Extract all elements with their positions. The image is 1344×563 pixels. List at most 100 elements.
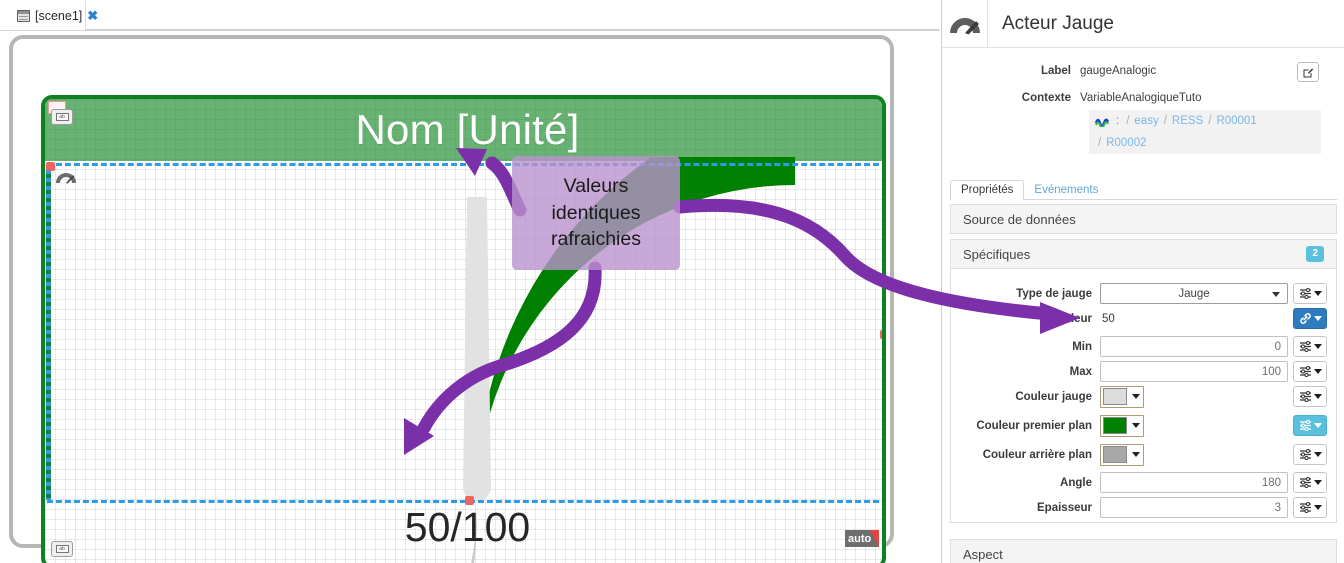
property-row-epaisseur: Epaisseur 3 <box>951 495 1338 520</box>
property-row-type-de-jauge: Type de jauge Jauge <box>951 281 1338 306</box>
tab-proprietes[interactable]: Propriétés <box>950 180 1025 200</box>
color-swatch-couleur-jauge <box>1103 388 1127 405</box>
input-max-value: 100 <box>1261 365 1281 378</box>
property-label-couleur-premier-plan: Couleur premier plan <box>976 419 1092 432</box>
section-aspect[interactable]: Aspect <box>950 539 1337 563</box>
sliders-icon-couleur-arriere-plan[interactable] <box>1293 444 1327 465</box>
annotation-line-1: Valeurs <box>563 175 629 198</box>
property-label-min: Min <box>1072 340 1092 353</box>
chevron-down-icon <box>1313 369 1322 374</box>
select-type-de-jauge-value: Jauge <box>1178 287 1210 300</box>
selection-edge-right <box>884 166 886 500</box>
selection-handle-tl[interactable] <box>46 162 55 171</box>
property-row-couleur-arriere-plan: Couleur arrière plan <box>951 442 1338 467</box>
status-badge: 2 <box>1306 246 1324 262</box>
color-picker-couleur-arriere-plan[interactable] <box>1100 443 1144 466</box>
scene-tab-label: [scene1] <box>35 8 83 23</box>
tab-evenements[interactable]: Evénements <box>1024 181 1108 199</box>
selection-handle-b[interactable] <box>465 496 474 505</box>
input-min[interactable]: 0 <box>1100 336 1288 357</box>
chevron-down-icon <box>1313 480 1322 485</box>
edit-square-icon[interactable] <box>1297 62 1319 82</box>
chevron-down-icon <box>1313 505 1322 510</box>
color-picker-couleur-jauge[interactable] <box>1100 385 1144 408</box>
auto-badge[interactable]: auto <box>845 530 879 547</box>
label-widget-chip-bottom[interactable]: ab <box>51 541 73 557</box>
input-angle[interactable]: 180 <box>1100 472 1288 493</box>
panel-tab-bar: Propriétés Evénements <box>950 179 1337 200</box>
input-epaisseur[interactable]: 3 <box>1100 497 1288 518</box>
sliders-icon-angle[interactable] <box>1293 472 1327 493</box>
properties-panel: Acteur Jauge Label gaugeAnalogic Context… <box>941 0 1344 563</box>
annotation-line-3: rafraichies <box>551 228 641 251</box>
tab-empty-slot <box>85 1 939 30</box>
property-label-valeur: Valeur <box>1057 312 1092 325</box>
annotation-callout: Valeurs identiques rafraichies <box>512 156 680 270</box>
label-field-row: Label gaugeAnalogic <box>942 65 1344 77</box>
sliders-icon-epaisseur[interactable] <box>1293 497 1327 518</box>
property-label-max: Max <box>1069 365 1092 378</box>
selection-edge-left <box>46 166 51 500</box>
chevron-down-icon <box>1313 423 1322 428</box>
path-segment-r00002[interactable]: R00002 <box>1106 137 1146 149</box>
variable-wave-icon <box>1095 118 1110 128</box>
link-icon-valeur[interactable] <box>1293 308 1327 329</box>
path-separator-0: / <box>1126 115 1130 128</box>
chevron-down-icon <box>1313 394 1322 399</box>
color-swatch-couleur-premier-plan <box>1103 417 1127 434</box>
gauge-value-readout: 50/100 <box>404 504 531 550</box>
property-label-angle: Angle <box>1060 476 1092 489</box>
document-icon <box>17 9 30 22</box>
path-segment-r00001[interactable]: R00001 <box>1216 115 1256 127</box>
sliders-icon-couleur-jauge[interactable] <box>1293 386 1327 407</box>
path-segment-easy[interactable]: easy <box>1134 115 1158 127</box>
property-value-valeur: 50 <box>1102 312 1115 325</box>
annotation-line-2: identiques <box>551 201 641 224</box>
chevron-down-icon <box>1132 423 1140 428</box>
property-label-couleur-jauge: Couleur jauge <box>1015 390 1092 403</box>
scene-header-band[interactable]: Nom [Unité] <box>45 99 882 161</box>
device-frame: Nom [Unité] ab ab 50/100 auto <box>9 35 894 563</box>
editor-canvas-pane: [scene1] ✖ Nom [Unité] ab ab 50/100 auto <box>0 0 940 563</box>
path-segment-ress[interactable]: RESS <box>1172 115 1203 127</box>
path-separator-3: / <box>1098 136 1102 149</box>
property-row-angle: Angle 180 <box>951 470 1338 495</box>
sliders-icon-type-de-jauge[interactable] <box>1293 283 1327 304</box>
application-window: [scene1] ✖ Nom [Unité] ab ab 50/100 auto… <box>0 0 1344 563</box>
context-field-value: VariableAnalogiqueTuto <box>1080 92 1202 104</box>
property-row-couleur-jauge: Couleur jauge <box>951 384 1338 409</box>
chevron-down-icon <box>1313 344 1322 349</box>
gauge-icon <box>56 173 76 184</box>
sliders-icon-min[interactable] <box>1293 336 1327 357</box>
color-swatch-couleur-arriere-plan <box>1103 446 1127 463</box>
section-specifiques-body: Type de jauge Jauge Valeur 50 Min 0 Max … <box>950 269 1337 523</box>
scene-tab-bar: [scene1] ✖ <box>0 0 940 31</box>
input-epaisseur-value: 3 <box>1274 501 1281 514</box>
selection-handle-r[interactable] <box>880 330 882 339</box>
select-type-de-jauge[interactable]: Jauge <box>1100 283 1288 304</box>
selected-widget-gauge[interactable] <box>46 162 886 505</box>
color-picker-couleur-premier-plan[interactable] <box>1100 414 1144 437</box>
context-field-row: Contexte VariableAnalogiqueTuto <box>942 92 1344 104</box>
scene-canvas[interactable]: Nom [Unité] ab ab 50/100 auto <box>41 95 886 563</box>
property-row-valeur: Valeur 50 <box>951 306 1338 331</box>
sliders-icon-max[interactable] <box>1293 361 1327 382</box>
input-min-value: 0 <box>1274 340 1281 353</box>
sliders-icon-couleur-premier-plan[interactable] <box>1293 415 1327 436</box>
object-header: Acteur Jauge <box>942 0 1344 48</box>
section-specifiques[interactable]: Spécifiques 2 <box>950 239 1337 269</box>
input-angle-value: 180 <box>1261 476 1281 489</box>
context-field-label: Contexte <box>1021 92 1071 104</box>
chevron-down-icon <box>1132 394 1140 399</box>
context-path: : / easy / RESS / R00001 / R00002 <box>1089 110 1321 154</box>
panel-title: Acteur Jauge <box>1002 12 1114 34</box>
section-specifiques-label: Spécifiques <box>963 246 1031 262</box>
label-field-label: Label <box>1040 65 1071 77</box>
property-row-max: Max 100 <box>951 359 1338 384</box>
section-source-de-donnees[interactable]: Source de données <box>950 204 1337 234</box>
property-label-type-de-jauge: Type de jauge <box>1016 287 1092 300</box>
chevron-down-icon <box>1313 291 1322 296</box>
label-widget-chip-top[interactable]: ab <box>51 109 73 125</box>
input-max[interactable]: 100 <box>1100 361 1288 382</box>
chevron-down-icon <box>1272 291 1280 297</box>
